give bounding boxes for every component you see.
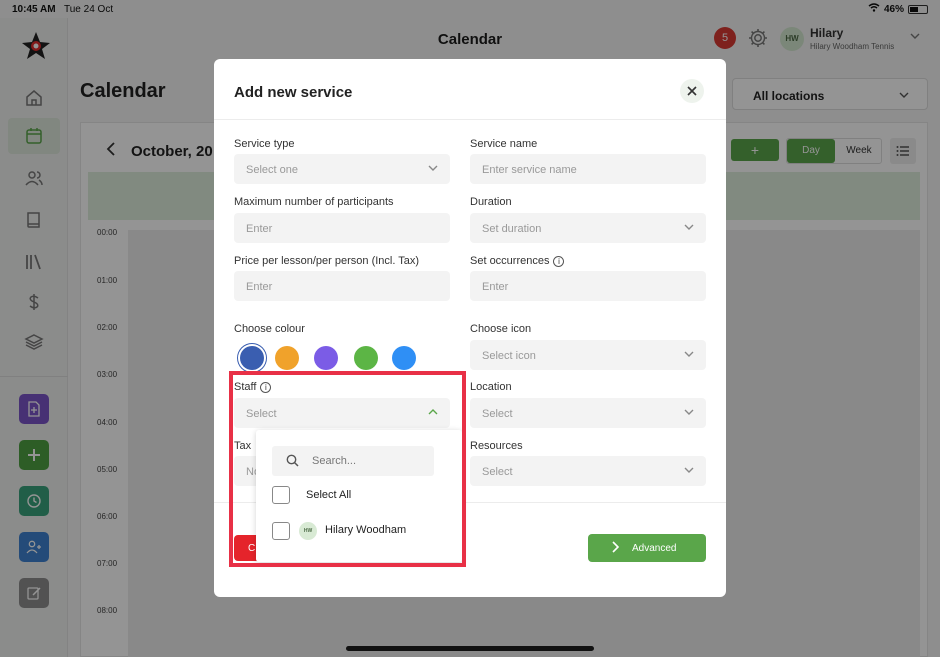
divider <box>214 119 726 120</box>
occurrences-input[interactable]: Enter <box>470 271 706 301</box>
colour-swatch-green[interactable] <box>354 346 378 370</box>
resources-placeholder: Select <box>482 466 513 478</box>
chevron-down-icon <box>428 162 438 174</box>
icon-placeholder: Select icon <box>482 350 536 362</box>
location-label: Location <box>470 381 512 393</box>
chevron-right-icon <box>612 541 620 556</box>
colour-label: Choose colour <box>234 323 305 335</box>
advanced-button[interactable]: Advanced <box>588 534 706 562</box>
location-placeholder: Select <box>482 408 513 420</box>
highlight-box <box>229 371 466 567</box>
colour-swatch-orange[interactable] <box>275 346 299 370</box>
colour-swatch-purple[interactable] <box>314 346 338 370</box>
service-type-label: Service type <box>234 138 295 150</box>
home-indicator <box>346 646 594 651</box>
location-select[interactable]: Select <box>470 398 706 428</box>
service-type-select[interactable]: Select one <box>234 154 450 184</box>
close-icon[interactable] <box>680 79 704 103</box>
service-name-label: Service name <box>470 138 538 150</box>
service-name-placeholder: Enter service name <box>482 164 577 176</box>
resources-label: Resources <box>470 440 523 452</box>
price-label: Price per lesson/per person (Incl. Tax) <box>234 255 420 267</box>
duration-label: Duration <box>470 196 512 208</box>
occurrences-placeholder: Enter <box>482 281 509 293</box>
chevron-down-icon <box>684 406 694 418</box>
icon-select[interactable]: Select icon <box>470 340 706 370</box>
occurrences-label: Set occurrences i <box>470 255 565 267</box>
max-participants-placeholder: Enter <box>246 223 273 235</box>
duration-select[interactable]: Set duration <box>470 213 706 243</box>
service-name-input[interactable]: Enter service name <box>470 154 706 184</box>
colour-swatch-light-blue[interactable] <box>392 346 416 370</box>
occurrences-label-text: Set occurrences <box>470 255 550 267</box>
duration-placeholder: Set duration <box>482 223 542 235</box>
info-icon[interactable]: i <box>553 256 565 267</box>
colour-swatch-blue[interactable] <box>240 346 264 370</box>
icon-label: Choose icon <box>470 323 532 335</box>
chevron-down-icon <box>684 348 694 360</box>
price-input[interactable]: Enter <box>234 271 450 301</box>
chevron-down-icon <box>684 221 694 233</box>
price-placeholder: Enter <box>246 281 273 293</box>
service-type-placeholder: Select one <box>246 164 298 176</box>
chevron-down-icon <box>684 464 694 476</box>
advanced-label: Advanced <box>632 543 677 554</box>
modal-title: Add new service <box>234 84 353 101</box>
resources-select[interactable]: Select <box>470 456 706 486</box>
max-participants-input[interactable]: Enter <box>234 213 450 243</box>
max-participants-label: Maximum number of participants <box>234 196 394 208</box>
